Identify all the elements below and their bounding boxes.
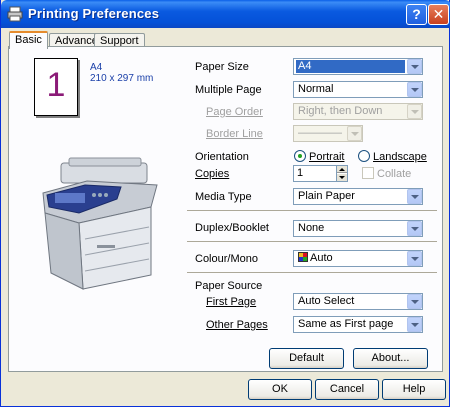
separator <box>187 210 437 211</box>
basic-tab-panel: 1 A4 210 x 297 mm Paper Size A4 Multiple… <box>8 46 443 372</box>
duplex-booklet-label: Duplex/Booklet <box>195 222 269 234</box>
spinner-arrows <box>336 166 347 181</box>
copies-spinner[interactable]: 1 <box>293 165 348 182</box>
other-pages-select[interactable]: Same as First page <box>293 316 423 333</box>
multiple-page-select[interactable]: Normal <box>293 81 423 98</box>
paper-size-label: Paper Size <box>195 61 249 73</box>
landscape-label: Landscape <box>373 151 427 163</box>
orientation-label: Orientation <box>195 151 249 163</box>
first-page-label: First Page <box>206 296 257 308</box>
chevron-down-icon[interactable] <box>407 59 422 74</box>
cancel-button[interactable]: Cancel <box>315 379 379 400</box>
tab-basic[interactable]: Basic <box>9 31 48 49</box>
multiple-page-value: Normal <box>298 83 334 95</box>
chevron-down-icon[interactable] <box>407 189 422 204</box>
paper-size-name: A4 <box>90 62 103 73</box>
chevron-down-icon[interactable] <box>407 104 422 119</box>
duplex-booklet-select[interactable]: None <box>293 220 423 237</box>
printing-preferences-dialog: Printing Preferences ? ✕ Basic Advanced … <box>0 0 450 407</box>
portrait-radio[interactable] <box>294 150 306 162</box>
spin-down-icon[interactable] <box>337 174 347 181</box>
printer-app-icon <box>7 6 23 22</box>
other-pages-label: Other Pages <box>206 319 268 331</box>
colour-icon <box>298 252 308 262</box>
paper-source-label: Paper Source <box>195 280 263 292</box>
border-line-value: ———— <box>298 127 342 139</box>
close-icon: ✕ <box>432 6 445 22</box>
paper-preview-icon: 1 <box>34 58 78 116</box>
window-title: Printing Preferences <box>28 6 160 21</box>
chevron-down-icon[interactable] <box>407 317 422 332</box>
page-order-value: Right, then Down <box>298 105 383 117</box>
colour-mono-value-wrap: Auto <box>296 252 335 265</box>
ok-button[interactable]: OK <box>248 379 312 400</box>
page-order-select[interactable]: Right, then Down <box>293 103 423 120</box>
media-type-value: Plain Paper <box>298 190 355 202</box>
chevron-down-icon[interactable] <box>407 251 422 266</box>
multiple-page-label: Multiple Page <box>195 84 262 96</box>
close-button[interactable]: ✕ <box>428 4 449 25</box>
media-type-select[interactable]: Plain Paper <box>293 188 423 205</box>
default-button[interactable]: Default <box>269 348 344 369</box>
paper-size-dimensions: 210 x 297 mm <box>90 73 154 84</box>
chevron-down-icon[interactable] <box>407 221 422 236</box>
about-button[interactable]: About... <box>353 348 428 369</box>
portrait-label: Portrait <box>309 151 345 163</box>
title-help-button[interactable]: ? <box>406 4 427 25</box>
chevron-down-icon[interactable] <box>347 126 362 141</box>
collate-label: Collate <box>377 168 412 180</box>
collate-checkbox[interactable] <box>362 167 374 179</box>
colour-mono-label: Colour/Mono <box>195 253 258 265</box>
paper-preview-number: 1 <box>46 66 66 104</box>
copies-label: Copies <box>195 168 230 180</box>
printer-illustration-icon <box>42 157 158 290</box>
colour-mono-value: Auto <box>310 252 333 264</box>
paper-size-select[interactable]: A4 <box>293 58 423 75</box>
separator <box>187 272 437 273</box>
copies-value: 1 <box>297 167 304 179</box>
colour-mono-select[interactable]: Auto <box>293 250 423 267</box>
first-page-value: Auto Select <box>298 295 355 307</box>
border-line-label: Border Line <box>206 128 263 140</box>
landscape-radio[interactable] <box>358 150 370 162</box>
page-order-label: Page Order <box>206 106 263 118</box>
duplex-booklet-value: None <box>298 222 325 234</box>
title-bar: Printing Preferences ? ✕ <box>1 0 450 28</box>
border-line-select[interactable]: ———— <box>293 125 363 142</box>
other-pages-value: Same as First page <box>298 318 394 330</box>
first-page-select[interactable]: Auto Select <box>293 293 423 310</box>
paper-size-value: A4 <box>296 60 405 73</box>
chevron-down-icon[interactable] <box>407 82 422 97</box>
media-type-label: Media Type <box>195 191 252 203</box>
chevron-down-icon[interactable] <box>407 294 422 309</box>
spin-up-icon[interactable] <box>337 166 347 173</box>
help-button[interactable]: Help <box>382 379 446 400</box>
separator <box>187 241 437 242</box>
